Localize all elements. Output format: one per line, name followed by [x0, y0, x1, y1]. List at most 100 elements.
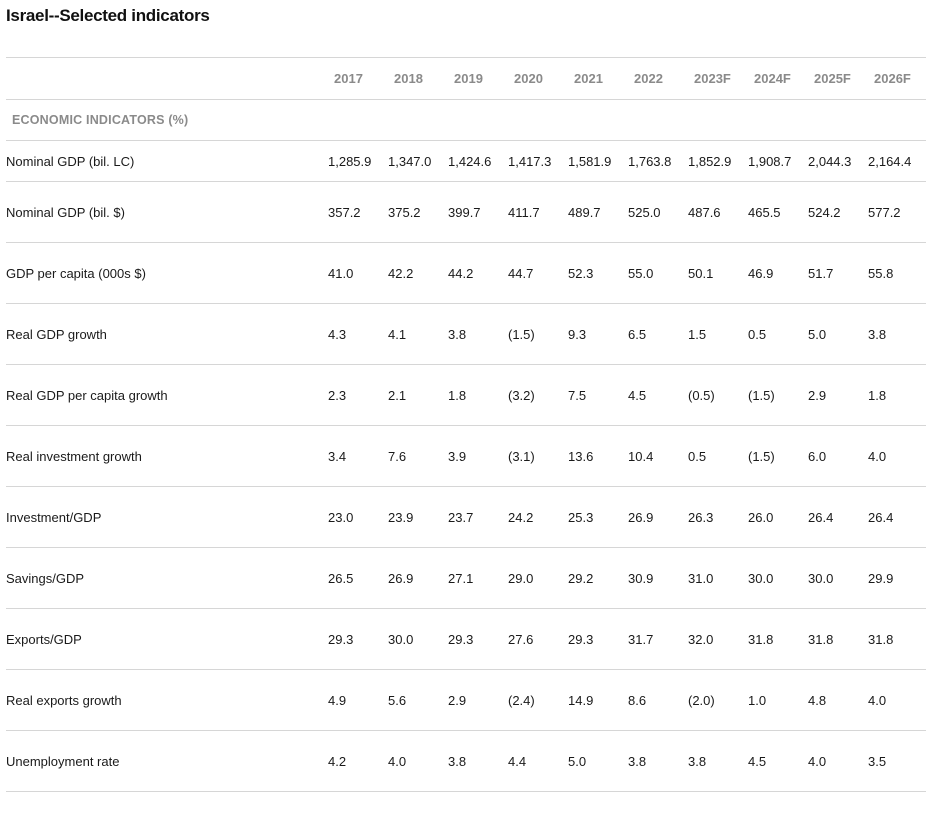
table-cell: 0.5 — [748, 303, 808, 365]
column-header: 2020 — [508, 57, 568, 100]
table-cell: (1.5) — [508, 303, 568, 365]
table-cell: (3.2) — [508, 364, 568, 426]
table-cell: 3.8 — [448, 303, 508, 365]
table-cell: 6.5 — [628, 303, 688, 365]
table-cell: 4.8 — [808, 669, 868, 731]
table-cell: 29.3 — [328, 608, 388, 670]
table-cell: 0.5 — [688, 425, 748, 487]
indicators-table: 2017 2018 2019 2020 2021 2022 2023F 2024… — [6, 57, 926, 792]
table-cell: 55.0 — [628, 242, 688, 304]
row-label: Real GDP growth — [6, 303, 328, 365]
row-label: Nominal GDP (bil. $) — [6, 181, 328, 243]
table-cell: 577.2 — [868, 181, 926, 243]
table-cell: 42.2 — [388, 242, 448, 304]
table-cell: 50.1 — [688, 242, 748, 304]
page-title: Israel--Selected indicators — [6, 6, 210, 25]
table-cell: 1.8 — [448, 364, 508, 426]
table-cell: 23.0 — [328, 486, 388, 548]
column-header: 2023F — [688, 57, 748, 100]
column-header: 2021 — [568, 57, 628, 100]
table-cell: 4.5 — [748, 730, 808, 792]
table-cell: (2.0) — [688, 669, 748, 731]
table-cell: 4.9 — [328, 669, 388, 731]
row-label: Real investment growth — [6, 425, 328, 487]
table-cell: 26.5 — [328, 547, 388, 609]
row-label: Investment/GDP — [6, 486, 328, 548]
table-cell: 4.2 — [328, 730, 388, 792]
table-row: Investment/GDP 23.0 23.9 23.7 24.2 25.3 26.9 26… — [6, 486, 926, 548]
section-header-row: ECONOMIC INDICATORS (%) — [6, 99, 926, 141]
row-label: Unemployment rate — [6, 730, 328, 792]
table-cell: 13.6 — [568, 425, 628, 487]
table-cell: 4.0 — [868, 669, 926, 731]
table-cell: 3.8 — [688, 730, 748, 792]
table-cell: 5.6 — [388, 669, 448, 731]
table-cell: 3.4 — [328, 425, 388, 487]
table-cell: 51.7 — [808, 242, 868, 304]
table-cell: 4.5 — [628, 364, 688, 426]
table-cell: 1,347.0 — [388, 140, 448, 182]
table-cell: 26.0 — [748, 486, 808, 548]
table-cell: 3.8 — [868, 303, 926, 365]
table-cell: 487.6 — [688, 181, 748, 243]
row-label: Exports/GDP — [6, 608, 328, 670]
table-cell: 26.3 — [688, 486, 748, 548]
table-cell: 29.0 — [508, 547, 568, 609]
table-cell: 7.6 — [388, 425, 448, 487]
table-cell: 7.5 — [568, 364, 628, 426]
table-cell: 10.4 — [628, 425, 688, 487]
table-cell: 27.6 — [508, 608, 568, 670]
table-cell: 14.9 — [568, 669, 628, 731]
table-cell: 31.8 — [748, 608, 808, 670]
table-cell: 1,417.3 — [508, 140, 568, 182]
table-cell: 525.0 — [628, 181, 688, 243]
table-cell: 41.0 — [328, 242, 388, 304]
table-cell: 31.8 — [868, 608, 926, 670]
row-label: GDP per capita (000s $) — [6, 242, 328, 304]
table-cell: 5.0 — [568, 730, 628, 792]
table-cell: 489.7 — [568, 181, 628, 243]
table-cell: 4.1 — [388, 303, 448, 365]
table-cell: (2.4) — [508, 669, 568, 731]
header-row: 2017 2018 2019 2020 2021 2022 2023F 2024… — [6, 57, 926, 100]
table-cell: 399.7 — [448, 181, 508, 243]
table-cell: 4.0 — [868, 425, 926, 487]
table-cell: 24.2 — [508, 486, 568, 548]
table-cell: 1,581.9 — [568, 140, 628, 182]
table-cell: 32.0 — [688, 608, 748, 670]
table-row: Exports/GDP 29.3 30.0 29.3 27.6 29.3 31.7 32.0 3… — [6, 608, 926, 670]
table-row: Unemployment rate 4.2 4.0 3.8 4.4 5.0 3.8 3.8 4.… — [6, 730, 926, 792]
header-label-cell — [6, 57, 328, 100]
table-cell: 1,763.8 — [628, 140, 688, 182]
column-header: 2026F — [868, 57, 926, 100]
table-cell: 2,044.3 — [808, 140, 868, 182]
table-cell: 29.3 — [568, 608, 628, 670]
table-cell: 23.7 — [448, 486, 508, 548]
table-cell: (0.5) — [688, 364, 748, 426]
table-cell: 26.4 — [868, 486, 926, 548]
table-row: GDP per capita (000s $) 41.0 42.2 44.2 44.7 5… — [6, 242, 926, 304]
table-cell: 2.3 — [328, 364, 388, 426]
table-cell: 3.5 — [868, 730, 926, 792]
table-cell: 524.2 — [808, 181, 868, 243]
table-cell: 357.2 — [328, 181, 388, 243]
table-cell: 3.8 — [628, 730, 688, 792]
table-cell: 1,285.9 — [328, 140, 388, 182]
table-cell: 29.2 — [568, 547, 628, 609]
table-cell: (1.5) — [748, 364, 808, 426]
table-cell: 2.1 — [388, 364, 448, 426]
table-cell: 44.2 — [448, 242, 508, 304]
section-label: ECONOMIC INDICATORS (%) — [6, 99, 926, 141]
table-cell: 375.2 — [388, 181, 448, 243]
column-header: 2025F — [808, 57, 868, 100]
table-cell: 30.9 — [628, 547, 688, 609]
table-cell: 5.0 — [808, 303, 868, 365]
table-cell: 26.9 — [628, 486, 688, 548]
table-cell: 30.0 — [748, 547, 808, 609]
table-cell: 31.0 — [688, 547, 748, 609]
table-cell: 27.1 — [448, 547, 508, 609]
table-cell: (1.5) — [748, 425, 808, 487]
table-cell: 29.9 — [868, 547, 926, 609]
table-cell: 46.9 — [748, 242, 808, 304]
table-cell: 29.3 — [448, 608, 508, 670]
